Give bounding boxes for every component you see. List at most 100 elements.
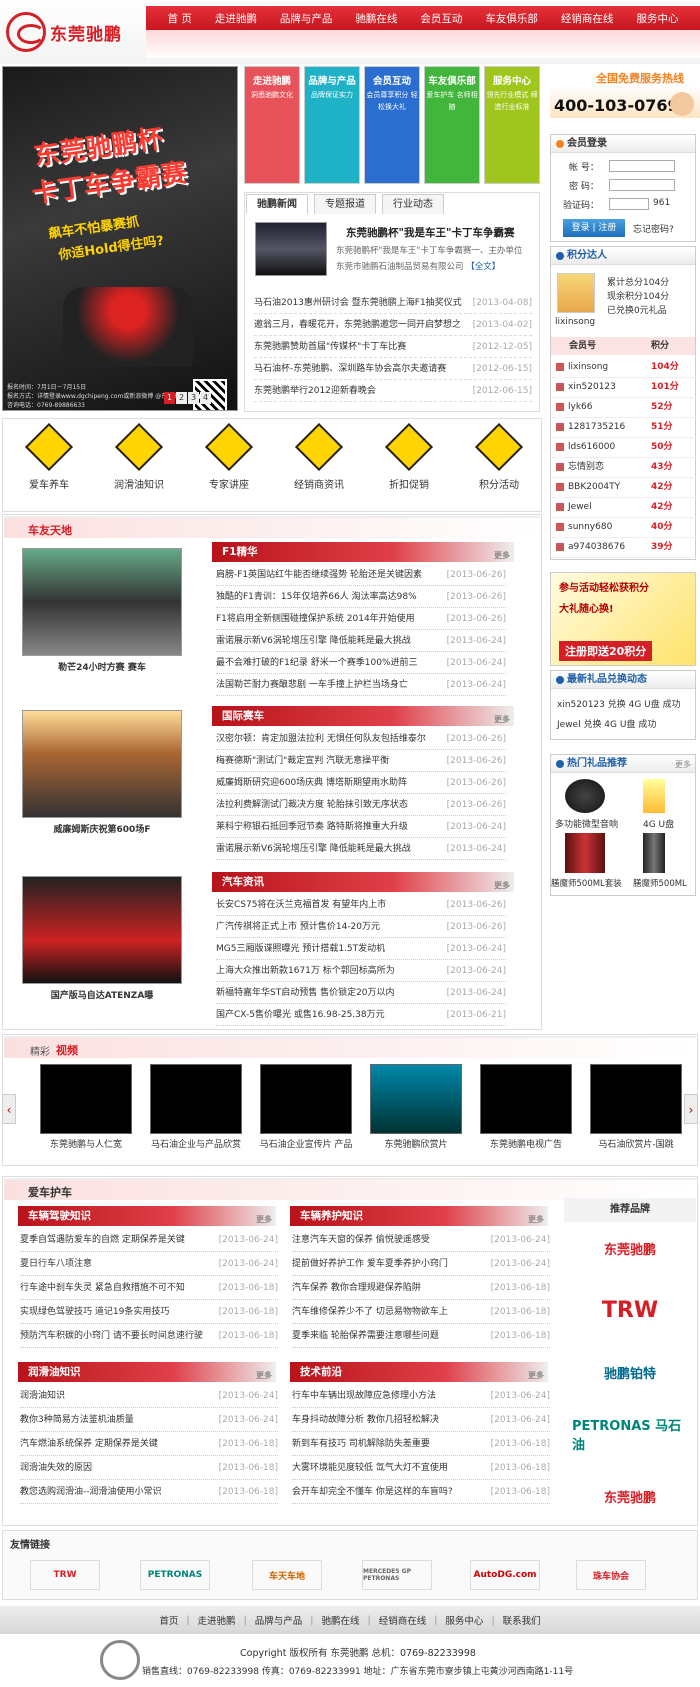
friend-link[interactable]: MERCEDES GP PETRONAS [362, 1560, 432, 1590]
news-item-title[interactable]: 东莞驰鹏举行2012迎新春晚会 [254, 380, 376, 401]
item-title[interactable]: F1将启用全新侧围碰撞保护系统 2014年开始使用 [216, 608, 415, 629]
points-member[interactable]: sunny680 [551, 517, 651, 537]
item-title[interactable]: 肩膀-F1英国站红牛能否继续强势 轮胎还是关键因素 [216, 564, 422, 585]
video-thumb[interactable] [260, 1064, 352, 1134]
footer-nav-item[interactable]: 服务中心 [445, 1613, 483, 1627]
nav-item[interactable]: 会员互动 [420, 11, 462, 26]
gift-name[interactable]: 4G U盘 [643, 817, 674, 830]
club-list-item[interactable]: 广汽传祺将正式上市 预计售价14-20万元 [2013-06-26] [216, 916, 506, 938]
club-list-item[interactable]: 最不会难打破的F1纪录 舒米一个赛季100%进前三 [2013-06-24] [216, 652, 506, 674]
club-list-item[interactable]: 威廉姆斯研究迎600场庆典 博塔斯期望雨水助阵 [2013-06-26] [216, 772, 506, 794]
friend-link[interactable]: TRW [30, 1560, 100, 1590]
club-list-item[interactable]: 法国勒芒耐力赛酿悲剧 一车手撞上护栏当场身亡 [2013-06-24] [216, 674, 506, 696]
promo-banner[interactable]: 东莞驰鹏杯 卡丁车争霸赛 飙车不怕暴赛抓 你适Hold得住吗? 报名时间：7月1… [2, 66, 238, 411]
item-title[interactable]: 预防汽车积碳的小窍门 请不要长时间怠速行驶 [20, 1324, 203, 1347]
care-list-item[interactable]: 行车途中刹车失灵 紧急自救措施不可不知 [2013-06-18] [20, 1276, 278, 1300]
video-prev-arrow[interactable]: ‹ [2, 1094, 16, 1124]
club-list-item[interactable]: 雷诺展示新V6涡轮增压引擎 降低能耗是最大挑战 [2013-06-24] [216, 838, 506, 860]
care-list-item[interactable]: 润滑油失效的原因 [2013-06-18] [20, 1456, 278, 1480]
footer-nav-item[interactable]: 走进驰鹏 [198, 1613, 236, 1627]
icon-0[interactable]: 爱车养车 [14, 422, 84, 491]
nav-item[interactable]: 品牌与产品 [280, 11, 333, 26]
item-title[interactable]: 法拉利费解测试门裁决方度 轮胎抹引致无序状态 [216, 794, 408, 815]
video-thumb[interactable] [150, 1064, 242, 1134]
club-photo-caption[interactable]: 国产版马自达ATENZA曝 [22, 988, 182, 1001]
care-list-item[interactable]: 新到车有技巧 司机解除防失差重要 [2013-06-18] [292, 1432, 550, 1456]
more-link[interactable]: 更多 [494, 710, 510, 730]
tab-news-2[interactable]: 行业动态 [382, 194, 444, 214]
footer-nav-item[interactable]: 联系我们 [503, 1613, 541, 1627]
footer-nav-item[interactable]: 驰鹏在线 [321, 1613, 359, 1627]
item-title[interactable]: 国产CX-5售价曝光 或售16.98-25.38万元 [216, 1004, 385, 1025]
brand-logo[interactable]: PETRONAS 马石油 [572, 1408, 688, 1460]
club-list-item[interactable]: 上海大众推出新款1671万 标个郭回标高所为 [2013-06-24] [216, 960, 506, 982]
pager-dot[interactable]: 3 [188, 392, 199, 404]
item-title[interactable]: 润滑油知识 [20, 1384, 65, 1407]
care-list-item[interactable]: 教您选购润滑油--润滑油使用小常识 [2013-06-18] [20, 1480, 278, 1504]
gift-cup-image[interactable] [643, 833, 665, 873]
item-title[interactable]: 会开车却完全不懂车 你是这样的车盲吗? [292, 1480, 453, 1503]
gift-name[interactable]: 膳魔师500ML [633, 877, 687, 889]
club-photo-caption[interactable]: 威廉姆斯庆祝第600场F [22, 822, 182, 835]
care-list-item[interactable]: 夏季来临 轮胎保养需要注意哪些问题 [2013-06-18] [292, 1324, 550, 1348]
item-title[interactable]: 独酷的F1青训：15年仅培养66人 淘汰率高达98% [216, 586, 417, 607]
tile-2[interactable]: 会员互动 会员尊享积分 轻松换大礼 [364, 66, 420, 184]
club-list-item[interactable]: 长安CS75将在沃兰克福首发 有望年内上市 [2013-06-26] [216, 894, 506, 916]
icon-1[interactable]: 润滑油知识 [104, 422, 174, 491]
points-member[interactable]: lyk66 [551, 397, 651, 417]
feature-more-link[interactable]: 【全文】 [466, 262, 500, 272]
news-item[interactable]: 邀翁三月，春暖花开，东莞驰鹏邀您一同开启梦想之 [2013-04-02] [254, 314, 532, 336]
club-list-item[interactable]: 国产CX-5售价曝光 或售16.98-25.38万元 [2013-06-21] [216, 1004, 506, 1026]
news-item-title[interactable]: 马石油杯-东莞驰鹏、深圳路车协会高尔夫邀请赛 [254, 358, 446, 379]
news-feature-title[interactable]: 东莞驰鹏杯"我是车王"卡丁车争霸赛 [346, 225, 514, 240]
club-list-item[interactable]: F1将启用全新侧围碰撞保护系统 2014年开始使用 [2013-06-26] [216, 608, 506, 630]
tab-news-1[interactable]: 专题报道 [314, 194, 376, 214]
club-photo[interactable] [22, 876, 182, 984]
nav-item[interactable]: 服务中心 [636, 11, 678, 26]
tile-1[interactable]: 品牌与产品 品牌保证实力 [304, 66, 360, 184]
activity-ad[interactable]: 参与活动轻松获积分 大礼随心换! 注册即送20积分 [550, 572, 696, 666]
item-title[interactable]: 威廉姆斯研究迎600场庆典 博塔斯期望雨水助阵 [216, 772, 407, 793]
more-link[interactable]: 更多 [256, 1210, 272, 1230]
item-title[interactable]: 行车途中刹车失灵 紧急自救措施不可不知 [20, 1276, 185, 1299]
pager-dot[interactable]: 4 [200, 392, 211, 404]
nav-item[interactable]: 首 页 [168, 11, 192, 26]
item-title[interactable]: 行车中车辆出现故障应急修理小方法 [292, 1384, 436, 1407]
item-title[interactable]: 长安CS75将在沃兰克福首发 有望年内上市 [216, 894, 386, 915]
tile-4[interactable]: 服务中心 领先行业模式 缔造行业标准 [484, 66, 540, 184]
club-photo[interactable] [22, 548, 182, 656]
club-list-item[interactable]: 新福特嘉年华ST启动预售 售价锁定20万以内 [2013-06-24] [216, 982, 506, 1004]
nav-item[interactable]: 驰鹏在线 [355, 11, 397, 26]
news-item[interactable]: 马石油2013惠州研讨会 暨东莞驰鹏上海F1抽奖仪式 [2013-04-08] [254, 292, 532, 314]
gift-usb-image[interactable] [643, 779, 665, 813]
video-caption[interactable]: 马石油欣赏片-国跳 [583, 1137, 689, 1150]
club-photo-caption[interactable]: 勒芒24小时方赛 赛车 [22, 660, 182, 673]
item-title[interactable]: 新到车有技巧 司机解除防失差重要 [292, 1432, 430, 1455]
icon-5[interactable]: 积分活动 [464, 422, 534, 491]
care-list-item[interactable]: 夏日行车八项注意 [2013-06-24] [20, 1252, 278, 1276]
tab-news-0[interactable]: 驰鹏新闻 [246, 194, 308, 214]
club-list-item[interactable]: 法拉利费解测试门裁决方度 轮胎抹引致无序状态 [2013-06-26] [216, 794, 506, 816]
video-thumb[interactable] [370, 1064, 462, 1134]
video-thumb[interactable] [40, 1064, 132, 1134]
points-member[interactable]: BBK2004TY [551, 477, 651, 497]
item-title[interactable]: 夏季来临 轮胎保养需要注意哪些问题 [292, 1324, 439, 1347]
site-logo[interactable]: 东莞驰鹏 [6, 6, 146, 58]
video-caption[interactable]: 东莞驰鹏欣赏片 [363, 1137, 469, 1150]
item-title[interactable]: 注意汽车天窗的保养 偷悦驶遥感受 [292, 1228, 430, 1251]
tile-0[interactable]: 走进驰鹏 洞悉驰鹏文化 [244, 66, 300, 184]
friend-link[interactable]: PETRONAS [140, 1560, 210, 1590]
item-title[interactable]: 汽车保养 教你合理规避保养陷阱 [292, 1276, 421, 1299]
news-item-title[interactable]: 邀翁三月，春暖花开，东莞驰鹏邀您一同开启梦想之 [254, 314, 461, 335]
news-item[interactable]: 马石油杯-东莞驰鹏、深圳路车协会高尔夫邀请赛 [2012-06-15] [254, 358, 532, 380]
item-title[interactable]: 夏季自驾遇防爱车的自燃 定期保养是关键 [20, 1228, 185, 1251]
video-thumb[interactable] [480, 1064, 572, 1134]
care-list-item[interactable]: 提前做好养护工作 爱车夏季养护小窍门 [2013-06-24] [292, 1252, 550, 1276]
login-register-button[interactable]: 登录 | 注册 [563, 219, 625, 237]
gift-name[interactable]: 膳魔师500ML套装 [551, 877, 622, 889]
item-title[interactable]: 车身抖动故障分析 教你几招轻松解决 [292, 1408, 439, 1431]
nav-item[interactable]: 车友俱乐部 [485, 11, 538, 26]
footer-nav-item[interactable]: 经销商在线 [379, 1613, 427, 1627]
care-list-item[interactable]: 汽车保养 教你合理规避保养陷阱 [2013-06-18] [292, 1276, 550, 1300]
points-member[interactable]: lixinsong [551, 357, 651, 377]
